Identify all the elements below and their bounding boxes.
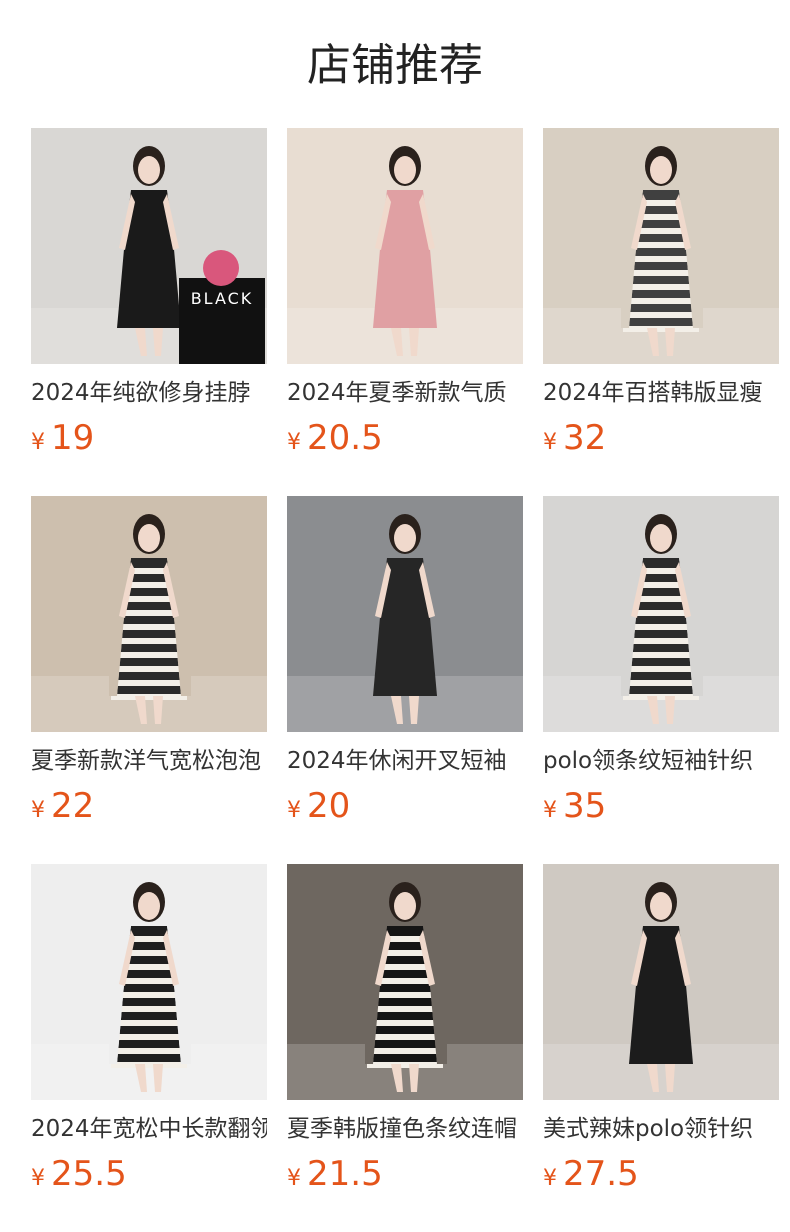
product-title[interactable]: 夏季新款洋气宽松泡泡: [31, 744, 267, 778]
product-card[interactable]: BLACK 2024年纯欲修身挂脖 ¥19: [31, 128, 267, 458]
product-card[interactable]: 2024年夏季新款气质 ¥20.5: [287, 128, 523, 458]
product-card[interactable]: polo领条纹短袖针织 ¥35: [543, 496, 779, 826]
product-photo: [543, 864, 779, 1100]
product-image[interactable]: [543, 496, 779, 732]
price-amount: 32: [563, 418, 607, 458]
product-price: ¥20.5: [287, 416, 383, 460]
price-amount: 27.5: [563, 1154, 639, 1194]
currency-symbol: ¥: [287, 430, 301, 455]
product-title[interactable]: 夏季韩版撞色条纹连帽: [287, 1112, 523, 1146]
product-image[interactable]: [287, 128, 523, 364]
product-price: ¥21.5: [287, 1152, 383, 1196]
product-image[interactable]: BLACK: [31, 128, 267, 364]
product-image[interactable]: [287, 864, 523, 1100]
product-photo: [31, 496, 267, 732]
product-card[interactable]: 美式辣妹polo领针织 ¥27.5: [543, 864, 779, 1194]
product-title[interactable]: polo领条纹短袖针织: [543, 744, 779, 778]
currency-symbol: ¥: [543, 430, 557, 455]
product-image[interactable]: [31, 864, 267, 1100]
product-photo: [543, 128, 779, 364]
product-card[interactable]: 夏季新款洋气宽松泡泡 ¥22: [31, 496, 267, 826]
product-title[interactable]: 2024年宽松中长款翻领: [31, 1112, 267, 1146]
currency-symbol: ¥: [31, 430, 45, 455]
product-photo: [31, 864, 267, 1100]
product-price: ¥27.5: [543, 1152, 639, 1196]
product-price: ¥20: [287, 784, 350, 828]
price-amount: 25.5: [51, 1154, 127, 1194]
price-amount: 22: [51, 786, 95, 826]
price-amount: 20: [307, 786, 351, 826]
product-image[interactable]: [287, 496, 523, 732]
price-amount: 19: [51, 418, 95, 458]
price-amount: 35: [563, 786, 607, 826]
product-card[interactable]: 2024年宽松中长款翻领 ¥25.5: [31, 864, 267, 1194]
price-amount: 20.5: [307, 418, 383, 458]
product-photo: BLACK: [31, 128, 267, 364]
currency-symbol: ¥: [287, 798, 301, 823]
product-title[interactable]: 2024年百搭韩版显瘦: [543, 376, 779, 410]
product-price: ¥32: [543, 416, 606, 460]
header: 店铺推荐: [0, 0, 790, 128]
product-photo: [287, 496, 523, 732]
product-price: ¥19: [31, 416, 94, 460]
product-photo: [287, 128, 523, 364]
product-title[interactable]: 2024年夏季新款气质: [287, 376, 523, 410]
product-price: ¥35: [543, 784, 606, 828]
product-image[interactable]: [31, 496, 267, 732]
product-card[interactable]: 2024年休闲开叉短袖 ¥20: [287, 496, 523, 826]
bag-print-text: BLACK: [191, 289, 254, 308]
product-price: ¥25.5: [31, 1152, 127, 1196]
product-price: ¥22: [31, 784, 94, 828]
product-card[interactable]: 夏季韩版撞色条纹连帽 ¥21.5: [287, 864, 523, 1194]
currency-symbol: ¥: [31, 1166, 45, 1191]
product-title[interactable]: 美式辣妹polo领针织: [543, 1112, 779, 1146]
product-image[interactable]: [543, 864, 779, 1100]
currency-symbol: ¥: [543, 798, 557, 823]
product-title[interactable]: 2024年纯欲修身挂脖: [31, 376, 267, 410]
product-card[interactable]: 2024年百搭韩版显瘦 ¥32: [543, 128, 779, 458]
product-photo: [287, 864, 523, 1100]
product-photo: [543, 496, 779, 732]
page-title: 店铺推荐: [307, 40, 483, 91]
product-image[interactable]: [543, 128, 779, 364]
currency-symbol: ¥: [543, 1166, 557, 1191]
price-amount: 21.5: [307, 1154, 383, 1194]
currency-symbol: ¥: [287, 1166, 301, 1191]
currency-symbol: ¥: [31, 798, 45, 823]
product-title[interactable]: 2024年休闲开叉短袖: [287, 744, 523, 778]
